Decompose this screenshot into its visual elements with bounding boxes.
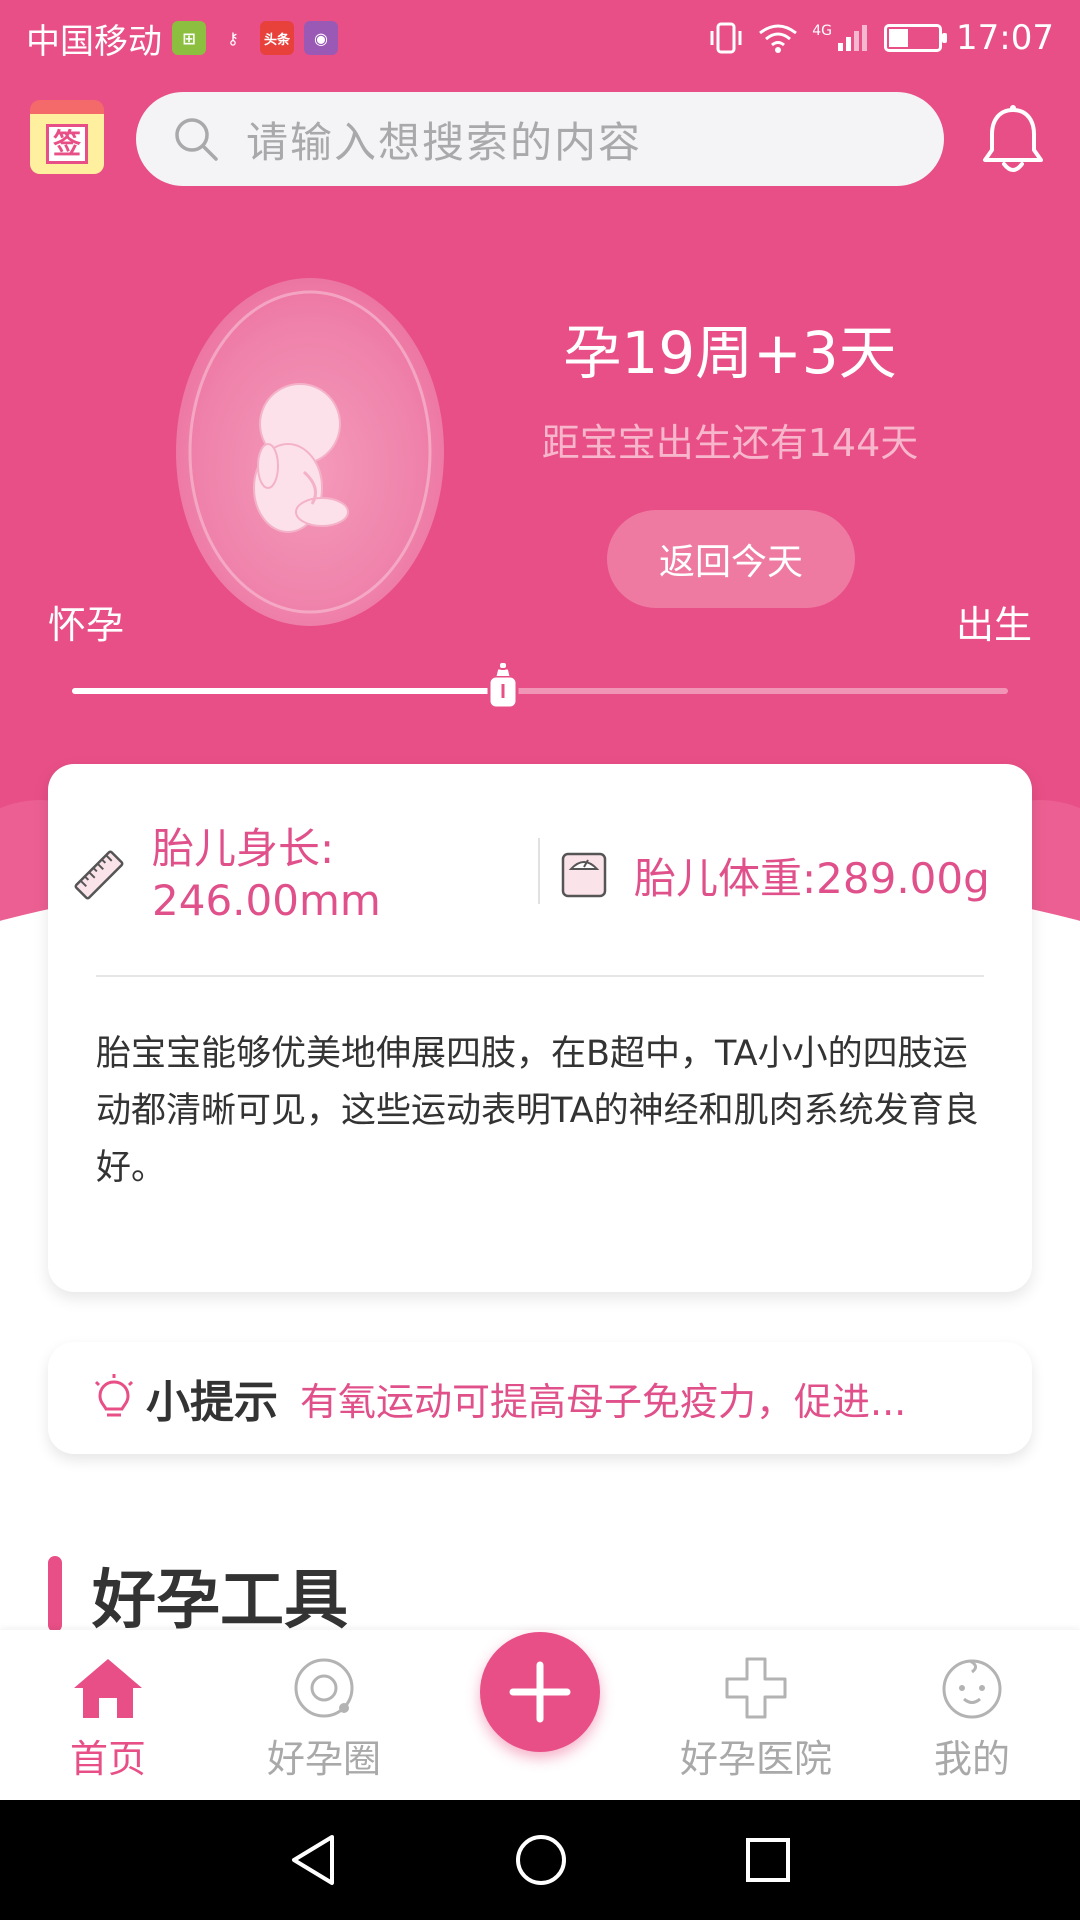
nav-item-circle[interactable]: 好孕圈	[234, 1656, 414, 1786]
recents-icon[interactable]	[744, 1836, 792, 1884]
back-icon[interactable]	[288, 1833, 338, 1887]
nav-label-hospital: 好孕医院	[679, 1737, 832, 1781]
nav-item-home[interactable]: 首页	[18, 1656, 198, 1786]
fetus-description: 胎宝宝能够优美地伸展四肢，在B超中，TA小小的四肢运动都清晰可见，这些运动表明T…	[96, 1034, 979, 1188]
nav-item-hospital[interactable]: 好孕医院	[666, 1656, 846, 1786]
toutiao-icon: 头条	[260, 21, 294, 55]
fetus-info-card: 胎儿身长: 246.00mm 胎儿体重:289.00g 胎宝宝能够优美地伸展四肢…	[48, 764, 1032, 1292]
battery-icon	[884, 24, 948, 52]
baby-face-icon	[942, 1659, 1002, 1719]
fetus-length-text: 胎儿身长: 246.00mm	[152, 823, 381, 927]
section-accent-bar	[48, 1556, 62, 1632]
birth-countdown: 距宝宝出生还有144天	[541, 421, 919, 465]
pregnancy-progress-slider[interactable]	[72, 661, 1008, 710]
fetus-length-label: 胎儿身长:	[152, 824, 335, 873]
home-icon	[74, 1659, 142, 1718]
progress-start-label: 怀孕	[48, 603, 125, 647]
nav-item-mine[interactable]: 我的	[882, 1656, 1062, 1786]
tip-text: 有氧运动可提高母子免疫力，促进...	[300, 1379, 907, 1424]
fetus-weight-label: 胎儿体重:289.00g	[634, 853, 990, 903]
search-icon	[175, 118, 218, 161]
fetus-illustration	[176, 278, 444, 626]
nav-label-mine: 我的	[933, 1737, 1010, 1781]
nav-label-circle: 好孕圈	[266, 1737, 381, 1781]
fetus-length-value: 246.00mm	[152, 876, 381, 925]
status-bar: 中国移动 ⊞ ⚷ 头条 ◉ 4G 17:07	[0, 0, 1080, 76]
stat-divider	[538, 838, 540, 904]
progress-fill	[72, 688, 503, 694]
progress-end-label: 出生	[955, 603, 1032, 647]
tip-banner[interactable]: 小提示 有氧运动可提高母子免疫力，促进...	[48, 1342, 1032, 1454]
search-input[interactable]: 请输入想搜索的内容	[136, 92, 944, 186]
key-icon: ⚷	[227, 28, 239, 48]
bell-icon[interactable]	[980, 104, 1046, 176]
card-divider	[96, 975, 984, 977]
nav-label-home: 首页	[69, 1737, 146, 1781]
network-type: 4G	[812, 23, 833, 39]
back-today-button[interactable]: 返回今天	[607, 510, 855, 608]
fetus-length-stat: 胎儿身长: 246.00mm	[72, 820, 552, 930]
plus-icon	[509, 1661, 571, 1723]
system-nav-bar	[0, 1800, 1080, 1920]
baby-bottle-handle-icon[interactable]	[483, 660, 523, 710]
tip-title: 小提示	[146, 1377, 278, 1428]
ruler-icon	[74, 850, 124, 900]
clock: 17:07	[956, 18, 1054, 58]
wifi-icon	[759, 24, 798, 53]
signin-label: 签	[45, 124, 88, 164]
signal-icon	[838, 25, 868, 51]
home-button-icon[interactable]	[514, 1833, 568, 1887]
status-left: 中国移动 ⊞ ⚷ 头条 ◉	[26, 14, 338, 63]
battery-level	[889, 29, 909, 47]
app-icon-1: ⊞	[172, 21, 206, 55]
lightbulb-icon	[94, 1374, 134, 1417]
carrier-name: 中国移动	[26, 21, 162, 62]
top-bar: 签 请输入想搜索的内容	[0, 92, 1080, 188]
signin-calendar-button[interactable]: 签	[30, 100, 104, 174]
pregnancy-week-title: 孕19周+3天	[563, 319, 897, 387]
add-fab-button[interactable]	[480, 1632, 600, 1752]
scale-icon	[561, 852, 607, 898]
circle-icon	[294, 1658, 354, 1718]
hospital-cross-icon	[725, 1657, 787, 1719]
status-right: 4G 17:07	[708, 18, 1054, 58]
game-icon: ◉	[304, 21, 338, 55]
fetus-weight-stat: 胎儿体重:289.00g	[560, 820, 1020, 930]
vibrate-icon	[710, 22, 742, 54]
search-placeholder: 请输入想搜索的内容	[246, 117, 643, 167]
